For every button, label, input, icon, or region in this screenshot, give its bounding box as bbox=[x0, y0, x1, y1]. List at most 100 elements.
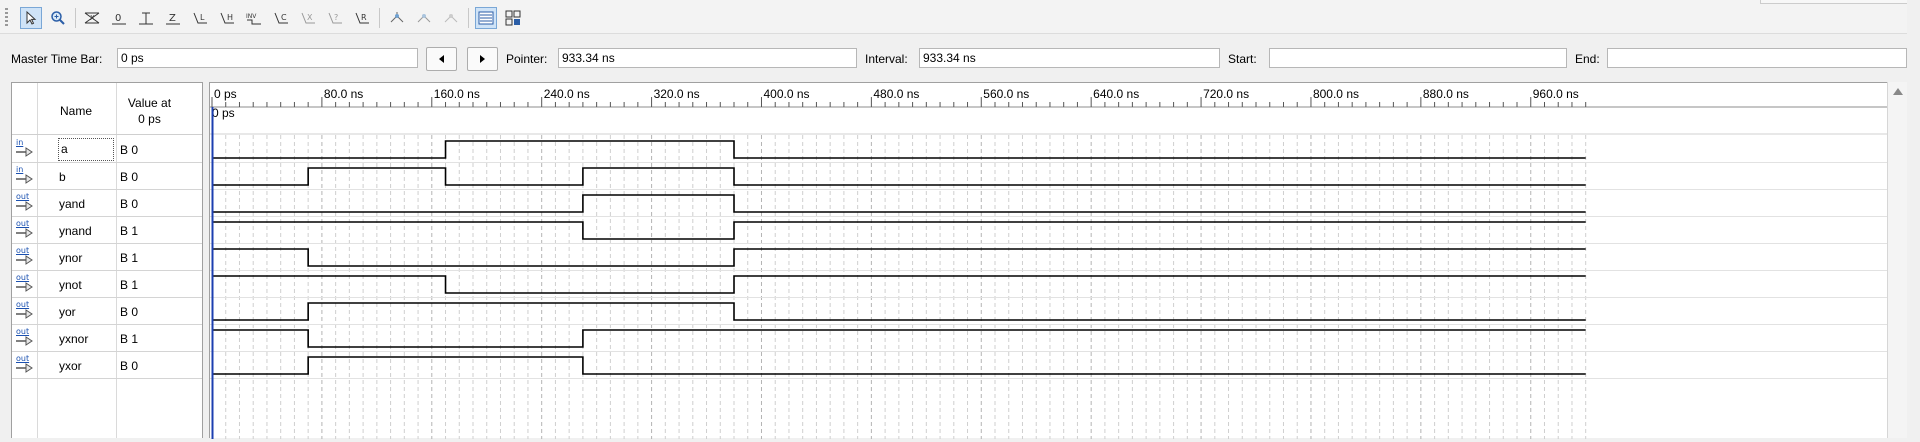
pin-direction-label: out bbox=[16, 192, 30, 201]
time-tick-label: 880.0 ns bbox=[1423, 87, 1469, 101]
vertical-scrollbar[interactable] bbox=[1887, 82, 1907, 438]
forcing-unknown-x-icon[interactable]: X bbox=[297, 7, 319, 29]
end-field[interactable] bbox=[1607, 48, 1907, 68]
time-tick-label: 960.0 ns bbox=[1533, 87, 1579, 101]
grid-settings-icon[interactable] bbox=[502, 7, 524, 29]
input-pin-icon: in bbox=[14, 165, 36, 186]
selection-tool-icon[interactable] bbox=[20, 7, 42, 29]
signal-row[interactable]: out ynot B 1 bbox=[12, 271, 202, 298]
signal-value: B 0 bbox=[120, 359, 139, 373]
pointer-field[interactable]: 933.34 ns bbox=[558, 48, 857, 68]
random-values-icon[interactable]: R bbox=[351, 7, 373, 29]
pin-direction-label: in bbox=[16, 138, 24, 147]
svg-text:C: C bbox=[281, 13, 287, 22]
arrow-right-icon bbox=[480, 55, 485, 63]
scroll-up-arrow-icon[interactable] bbox=[1893, 88, 1903, 95]
svg-text:L: L bbox=[200, 13, 205, 22]
forcing-unknown-icon[interactable]: X bbox=[81, 7, 103, 29]
time-tick-label: 240.0 ns bbox=[544, 87, 590, 101]
time-tick-label: 160.0 ns bbox=[434, 87, 480, 101]
toolbar-corner bbox=[1760, 0, 1920, 4]
signal-value: B 0 bbox=[120, 197, 139, 211]
zoom-tool-icon[interactable] bbox=[47, 7, 69, 29]
output-pin-icon: out bbox=[14, 300, 36, 321]
svg-text:H: H bbox=[227, 13, 233, 22]
pin-direction-label: in bbox=[16, 165, 24, 174]
start-label: Start: bbox=[1228, 52, 1257, 66]
toolbar-separator bbox=[468, 8, 469, 28]
window-edge bbox=[1907, 0, 1920, 438]
toolbar-separator bbox=[75, 8, 76, 28]
dont-care-icon[interactable]: ? bbox=[324, 7, 346, 29]
pin-direction-label: out bbox=[16, 354, 30, 363]
signal-value: B 0 bbox=[120, 305, 139, 319]
svg-text:Z: Z bbox=[169, 13, 176, 24]
signal-name[interactable]: ynot bbox=[59, 278, 82, 292]
master-time-bar-label: Master Time Bar: bbox=[11, 52, 103, 66]
signal-name[interactable]: b bbox=[59, 170, 66, 184]
signal-row[interactable]: in b B 0 bbox=[12, 163, 202, 190]
toolbar-grip[interactable] bbox=[5, 8, 8, 26]
waveform-canvas[interactable]: 0 ps 80.0 ns 160.0 ns 240.0 ns 320.0 ns 400.0… bbox=[210, 83, 1888, 439]
time-tick-label: 0 ps bbox=[214, 87, 237, 101]
time-tick-label: 320.0 ns bbox=[654, 87, 700, 101]
signal-name[interactable]: ynor bbox=[59, 251, 82, 265]
snap-to-transition-icon[interactable] bbox=[413, 7, 435, 29]
weak-low-icon[interactable]: L bbox=[189, 7, 211, 29]
output-pin-icon: out bbox=[14, 354, 36, 375]
signal-name[interactable]: yxnor bbox=[59, 332, 88, 346]
svg-text:R: R bbox=[361, 13, 367, 22]
count-value-icon[interactable]: C bbox=[270, 7, 292, 29]
pin-direction-label: out bbox=[16, 246, 30, 255]
weak-high-icon[interactable]: H bbox=[216, 7, 238, 29]
name-column-header[interactable]: Name bbox=[60, 104, 92, 118]
time-tick-label: 560.0 ns bbox=[983, 87, 1029, 101]
interval-field[interactable]: 933.34 ns bbox=[919, 48, 1220, 68]
output-pin-icon: out bbox=[14, 219, 36, 240]
snap-to-grid-icon[interactable] bbox=[386, 7, 408, 29]
interval-label: Interval: bbox=[865, 52, 908, 66]
waveform-yand[interactable] bbox=[212, 194, 1586, 213]
waveform-toolbar: X 0 Z L H INV C X ? R bbox=[0, 0, 1920, 34]
signal-name[interactable]: a bbox=[58, 138, 114, 161]
time-tick-label: 400.0 ns bbox=[763, 87, 809, 101]
waveform-view-icon[interactable] bbox=[475, 7, 497, 29]
signal-value: B 1 bbox=[120, 224, 139, 238]
signal-name[interactable]: yand bbox=[59, 197, 85, 211]
signal-row[interactable]: out yxor B 0 bbox=[12, 352, 202, 379]
signal-row[interactable]: out ynor B 1 bbox=[12, 244, 202, 271]
waveform-panel[interactable]: 0 ps 80.0 ns 160.0 ns 240.0 ns 320.0 ns 400.0… bbox=[209, 82, 1907, 439]
next-transition-button[interactable] bbox=[467, 47, 498, 71]
value-column-header[interactable]: Value at bbox=[112, 96, 187, 110]
previous-transition-button[interactable] bbox=[426, 47, 457, 71]
signal-row[interactable]: out yor B 0 bbox=[12, 298, 202, 325]
master-time-bar-field[interactable]: 0 ps bbox=[117, 48, 418, 68]
value-column-header-time: 0 ps bbox=[138, 112, 161, 126]
signal-name[interactable]: yor bbox=[59, 305, 76, 319]
svg-text:?: ? bbox=[334, 13, 338, 22]
signal-value: B 1 bbox=[120, 278, 139, 292]
signal-row[interactable]: out yxnor B 1 bbox=[12, 325, 202, 352]
end-label: End: bbox=[1575, 52, 1600, 66]
signal-value: B 0 bbox=[120, 143, 139, 157]
snap-dimmed-icon[interactable] bbox=[440, 7, 462, 29]
output-pin-icon: out bbox=[14, 192, 36, 213]
signal-row[interactable]: out yand B 0 bbox=[12, 190, 202, 217]
time-tick-label: 80.0 ns bbox=[324, 87, 363, 101]
pin-direction-label: out bbox=[16, 327, 30, 336]
time-tick-label: 640.0 ns bbox=[1093, 87, 1139, 101]
high-impedance-icon[interactable]: Z bbox=[162, 7, 184, 29]
signal-name[interactable]: yxor bbox=[59, 359, 82, 373]
signal-table-header: Name Value at 0 ps bbox=[12, 83, 202, 135]
force-low-icon[interactable]: 0 bbox=[108, 7, 130, 29]
output-pin-icon: out bbox=[14, 327, 36, 348]
invert-icon[interactable]: INV bbox=[243, 7, 265, 29]
signal-value: B 1 bbox=[120, 332, 139, 346]
signal-table: Name Value at 0 ps in a B 0 in b B 0 out yand B … bbox=[11, 82, 203, 438]
signal-name[interactable]: ynand bbox=[59, 224, 92, 238]
start-field[interactable] bbox=[1269, 48, 1567, 68]
force-high-icon[interactable] bbox=[135, 7, 157, 29]
time-tick-label: 800.0 ns bbox=[1313, 87, 1359, 101]
signal-row[interactable]: out ynand B 1 bbox=[12, 217, 202, 244]
signal-row[interactable]: in a B 0 bbox=[12, 136, 202, 163]
